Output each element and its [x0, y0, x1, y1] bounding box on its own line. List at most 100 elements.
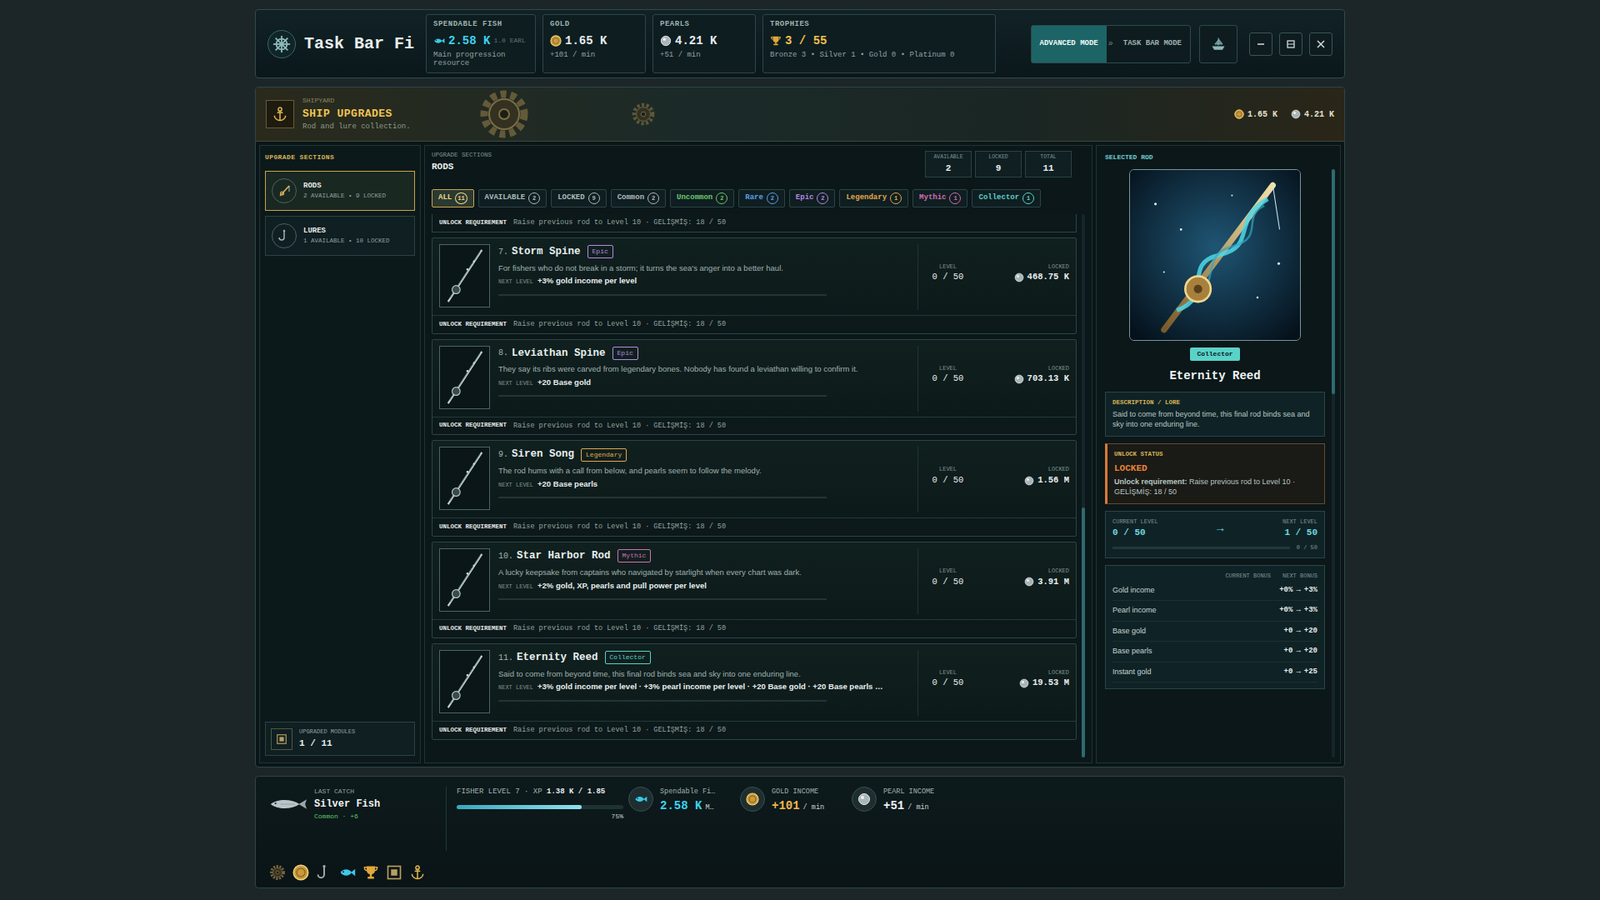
next-level: NEXT LEVEL+20 Base pearls	[498, 479, 910, 490]
ship-button[interactable]	[1199, 25, 1238, 64]
scroll-thumb[interactable]	[1081, 507, 1085, 758]
bonus-name: Pearl income	[1112, 605, 1157, 617]
next-bonus: +3%	[1304, 585, 1318, 597]
requirement-text: Raise previous rod to Level 10 · GELİŞMİ…	[513, 319, 726, 330]
filter-count: 2	[647, 192, 660, 205]
ship-wheel-icon	[272, 35, 291, 54]
filter-label: Epic2	[795, 192, 830, 205]
rod-cost: LOCKED468.75 K	[985, 244, 1070, 310]
mode-button[interactable]: TASK BAR MODE	[1115, 25, 1190, 63]
filter-count: 11	[455, 192, 467, 205]
panel-scrollbar[interactable]	[1331, 169, 1335, 758]
rod-card[interactable]: 8.Leviathan SpineEpicThey say its ribs w…	[431, 339, 1077, 436]
requirement-label: Unlock requirement:	[1114, 477, 1188, 486]
stats-bar: SPENDABLE FISH2.58 K1.0 EARLMain progres…	[425, 14, 996, 73]
level-box: CURRENT LEVEL0 / 50→NEXT LEVEL1 / 500 / …	[1105, 510, 1325, 560]
stat-card: PEARLS4.21 K+51 / min	[652, 14, 756, 73]
sidebar-item[interactable]: LURES1 AVAILABLE • 10 LOCKED	[265, 215, 415, 256]
next-level-label: NEXT LEVEL	[1282, 517, 1318, 527]
banner-subtitle: Rod and lure collection.	[302, 121, 411, 134]
sidebar-item[interactable]: RODS2 AVAILABLE • 9 LOCKED	[265, 170, 415, 211]
requirement-label: UNLOCK REQUIREMENT	[439, 725, 507, 735]
fishing-rod-icon	[1130, 170, 1300, 340]
close-button[interactable]	[1309, 32, 1333, 56]
rarity-label: Legendary	[585, 450, 622, 459]
last-catch: LAST CATCHSilver FishCommon · +6	[269, 786, 436, 881]
rod-thumbnail	[439, 446, 490, 510]
filter-count: 2	[766, 192, 779, 205]
rod-card[interactable]: 9.Siren SongLegendaryThe rod hums with a…	[431, 440, 1077, 537]
rod-index: 8.	[498, 346, 509, 360]
rod-card[interactable]: 7.Storm SpineEpicFor fishers who do not …	[431, 237, 1077, 335]
filter-chip[interactable]: Mythic1	[912, 189, 968, 208]
count-box: AVAILABLE2	[925, 150, 972, 178]
level-label: LEVEL	[918, 668, 978, 678]
filter-chip[interactable]: Collector1	[971, 189, 1041, 208]
maximize-button[interactable]	[1279, 32, 1303, 56]
close-icon	[1315, 39, 1326, 50]
count-value: 2	[925, 161, 971, 176]
xp-value: 1.38 K / 1.85	[546, 787, 605, 796]
banner-badge	[265, 100, 295, 129]
next-level-label: NEXT LEVEL	[498, 684, 534, 691]
income-item: PEARL INCOME+51/ min	[851, 786, 959, 881]
filter-name: ALL	[438, 192, 452, 205]
section-title: RODS	[431, 160, 492, 175]
bonus-row: Base gold+0→+20	[1112, 621, 1318, 643]
filter-chip[interactable]: Common2	[610, 189, 666, 208]
filter-chip[interactable]: AVAILABLE2	[478, 189, 548, 208]
level-label: LEVEL	[918, 364, 978, 374]
filter-chip[interactable]: LOCKED9	[550, 189, 606, 208]
filter-label: LOCKED9	[557, 192, 600, 205]
unlock-requirement: UNLOCK REQUIREMENTRaise previous rod to …	[432, 315, 1076, 334]
lore-text: Said to come from beyond time, this fina…	[1112, 410, 1318, 430]
income-unit: M…	[705, 802, 714, 814]
banner-gold: 1.65 K	[1234, 108, 1278, 121]
rod-index: 7.	[498, 245, 509, 259]
rod-card[interactable]: 10.Star Harbor RodMythicA lucky keepsake…	[431, 541, 1077, 639]
filter-chip[interactable]: Epic2	[789, 189, 836, 208]
rod-title: Eternity Reed	[1169, 367, 1260, 385]
current-level-value: 0 / 50	[1112, 525, 1159, 540]
rod-card[interactable]: 11.Eternity ReedCollectorSaid to come fr…	[431, 643, 1077, 740]
xp-track	[456, 805, 624, 810]
rod-level: LEVEL0 / 50	[917, 345, 978, 412]
level-arrow: →	[1216, 520, 1224, 538]
income-unit: / min	[803, 802, 825, 814]
scroll-thumb[interactable]	[1331, 169, 1335, 395]
selected-rod-panel: SELECTED RODCollectorEternity ReedDESCRI…	[1095, 145, 1341, 764]
item-icon	[385, 864, 403, 881]
bonus-table: CURRENT BONUSNEXT BONUSGold income+0%→+3…	[1105, 565, 1325, 690]
cost-value: 703.13 K	[1027, 372, 1070, 386]
rod-thumbnail	[439, 548, 490, 612]
requirement-text: Raise previous rod to Level 10 · GELİŞMİ…	[513, 623, 726, 635]
list-scrollbar[interactable]	[1081, 214, 1085, 758]
filter-chip[interactable]: Rare2	[738, 189, 785, 208]
filter-chip[interactable]: Uncommon2	[670, 189, 735, 208]
rarity-tag: Epic	[612, 346, 639, 360]
mode-button[interactable]: ADVANCED MODE	[1031, 25, 1107, 63]
module-icon	[275, 733, 288, 745]
unlock-requirement: UNLOCK REQUIREMENTRaise previous rod to …	[432, 517, 1076, 536]
ship-icon	[1210, 35, 1227, 53]
filter-count: 2	[816, 192, 829, 205]
count-label: AVAILABLE	[925, 153, 971, 162]
filter-chip[interactable]: Legendary1	[839, 189, 909, 208]
next-level-label: NEXT LEVEL	[498, 278, 534, 285]
count-label: LOCKED	[975, 153, 1021, 162]
pearl-icon	[1024, 576, 1035, 587]
stat-card: SPENDABLE FISH2.58 K1.0 EARLMain progres…	[425, 14, 536, 73]
next-bonus: +3%	[1304, 605, 1318, 617]
filter-label: Legendary1	[845, 192, 902, 205]
trophy-icon	[770, 35, 782, 47]
filter-name: Mythic	[919, 192, 946, 205]
minimize-button[interactable]	[1249, 32, 1273, 56]
filter-chip[interactable]: ALL11	[431, 189, 475, 208]
pearl-icon	[1014, 374, 1025, 385]
column-header: CURRENT BONUS	[1225, 571, 1271, 581]
xp-percent: 75%	[456, 811, 624, 822]
rod-name: Star Harbor Rod	[516, 548, 611, 565]
item-icon	[362, 864, 380, 881]
minimize-icon	[1255, 39, 1266, 50]
requirement-text: Raise previous rod to Level 10 · GELİŞMİ…	[513, 521, 726, 533]
